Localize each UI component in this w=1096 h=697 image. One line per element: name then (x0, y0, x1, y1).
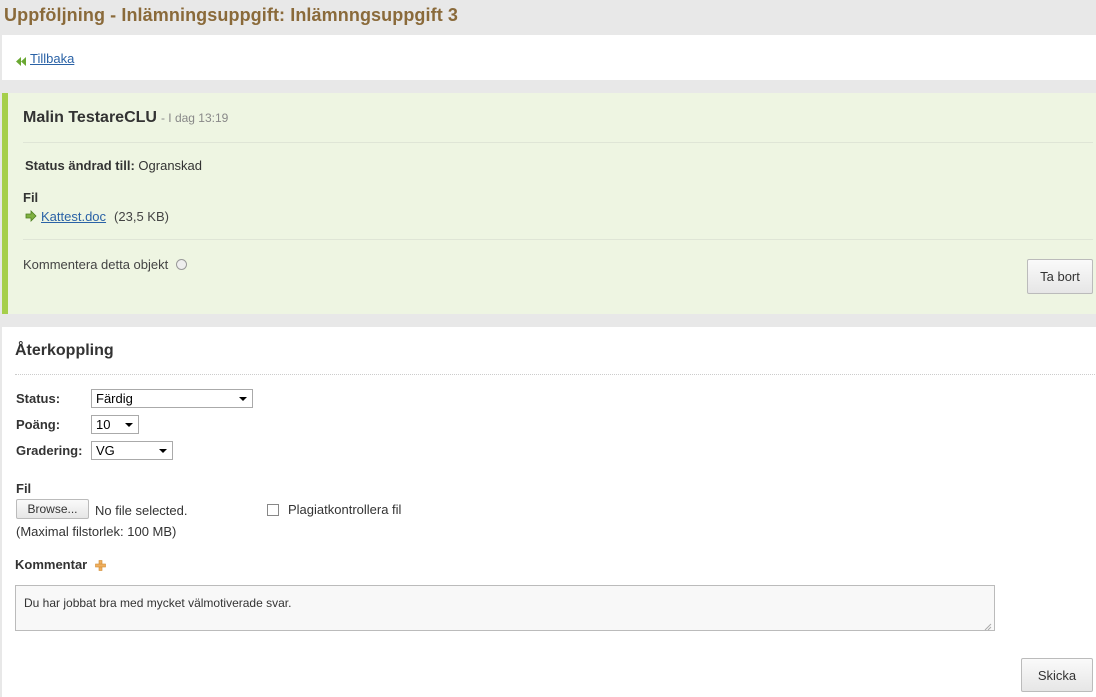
feedback-file-heading: Fil (16, 481, 32, 496)
chevron-down-icon (159, 449, 167, 453)
entry-file-row: Kattest.doc (23,5 KB) (24, 209, 169, 224)
points-label: Poäng: (16, 417, 61, 432)
back-link[interactable]: Tillbaka (30, 51, 74, 66)
grading-label: Gradering: (16, 443, 83, 458)
resize-grip-icon[interactable] (984, 620, 992, 631)
status-change: Status ändrad till: Ogranskad (25, 158, 202, 173)
plagiarism-check[interactable]: Plagiatkontrollera fil (267, 502, 401, 517)
points-select[interactable]: 10 (91, 415, 139, 434)
delete-button[interactable]: Ta bort (1027, 259, 1093, 294)
comment-object-toggle[interactable]: Kommentera detta objekt (23, 257, 188, 272)
status-select-value: Färdig (96, 391, 133, 406)
send-button[interactable]: Skicka (1021, 658, 1093, 692)
divider (15, 374, 1095, 375)
divider (23, 142, 1093, 143)
no-file-text: No file selected. (95, 503, 188, 518)
plagiarism-label: Plagiatkontrollera fil (288, 502, 402, 517)
points-select-value: 10 (96, 417, 111, 432)
comment-heading: Kommentar (15, 557, 107, 572)
status-change-label: Status ändrad till: (25, 158, 135, 173)
feedback-section: Återkoppling Status: Färdig Poäng: 10 Gr… (2, 327, 1096, 697)
plus-icon[interactable] (95, 559, 107, 571)
back-link-wrapper[interactable]: Tillbaka (16, 51, 74, 66)
entry-file-heading: Fil (23, 190, 39, 205)
file-link[interactable]: Kattest.doc (41, 209, 106, 224)
entry-time: - I dag 13:19 (160, 111, 229, 125)
entry-header: Malin TestareCLU - I dag 13:19 (23, 109, 228, 127)
feedback-title: Återkoppling (15, 342, 114, 359)
chevron-down-icon (125, 423, 133, 427)
file-size: (23,5 KB) (114, 209, 169, 224)
status-change-value: Ogranskad (138, 158, 203, 173)
status-label: Status: (16, 391, 61, 406)
page-title: Uppföljning - Inlämningsuppgift: Inlämnn… (4, 5, 459, 25)
status-select[interactable]: Färdig (91, 389, 253, 408)
max-size-text: (Maximal filstorlek: 100 MB) (16, 524, 177, 539)
comment-textarea-value: Du har jobbat bra med mycket välmotivera… (24, 596, 292, 610)
divider (23, 239, 1093, 240)
plagiarism-checkbox[interactable] (267, 503, 279, 516)
submission-entry: Malin TestareCLU - I dag 13:19 Status änd… (2, 93, 1096, 314)
chevron-down-icon (239, 397, 247, 401)
help-circle-icon[interactable] (176, 259, 188, 270)
entry-author: Malin TestareCLU (23, 109, 157, 126)
comment-textarea[interactable]: Du har jobbat bra med mycket välmotivera… (15, 585, 995, 631)
double-left-arrow-icon (16, 54, 27, 66)
comment-label: Kommentar (15, 557, 88, 572)
download-icon (24, 210, 37, 223)
browse-button[interactable]: Browse... (16, 499, 89, 519)
grading-select-value: VG (96, 443, 115, 458)
comment-object-label: Kommentera detta objekt (23, 257, 169, 272)
back-panel: Tillbaka (2, 35, 1096, 80)
grading-select[interactable]: VG (91, 441, 173, 460)
